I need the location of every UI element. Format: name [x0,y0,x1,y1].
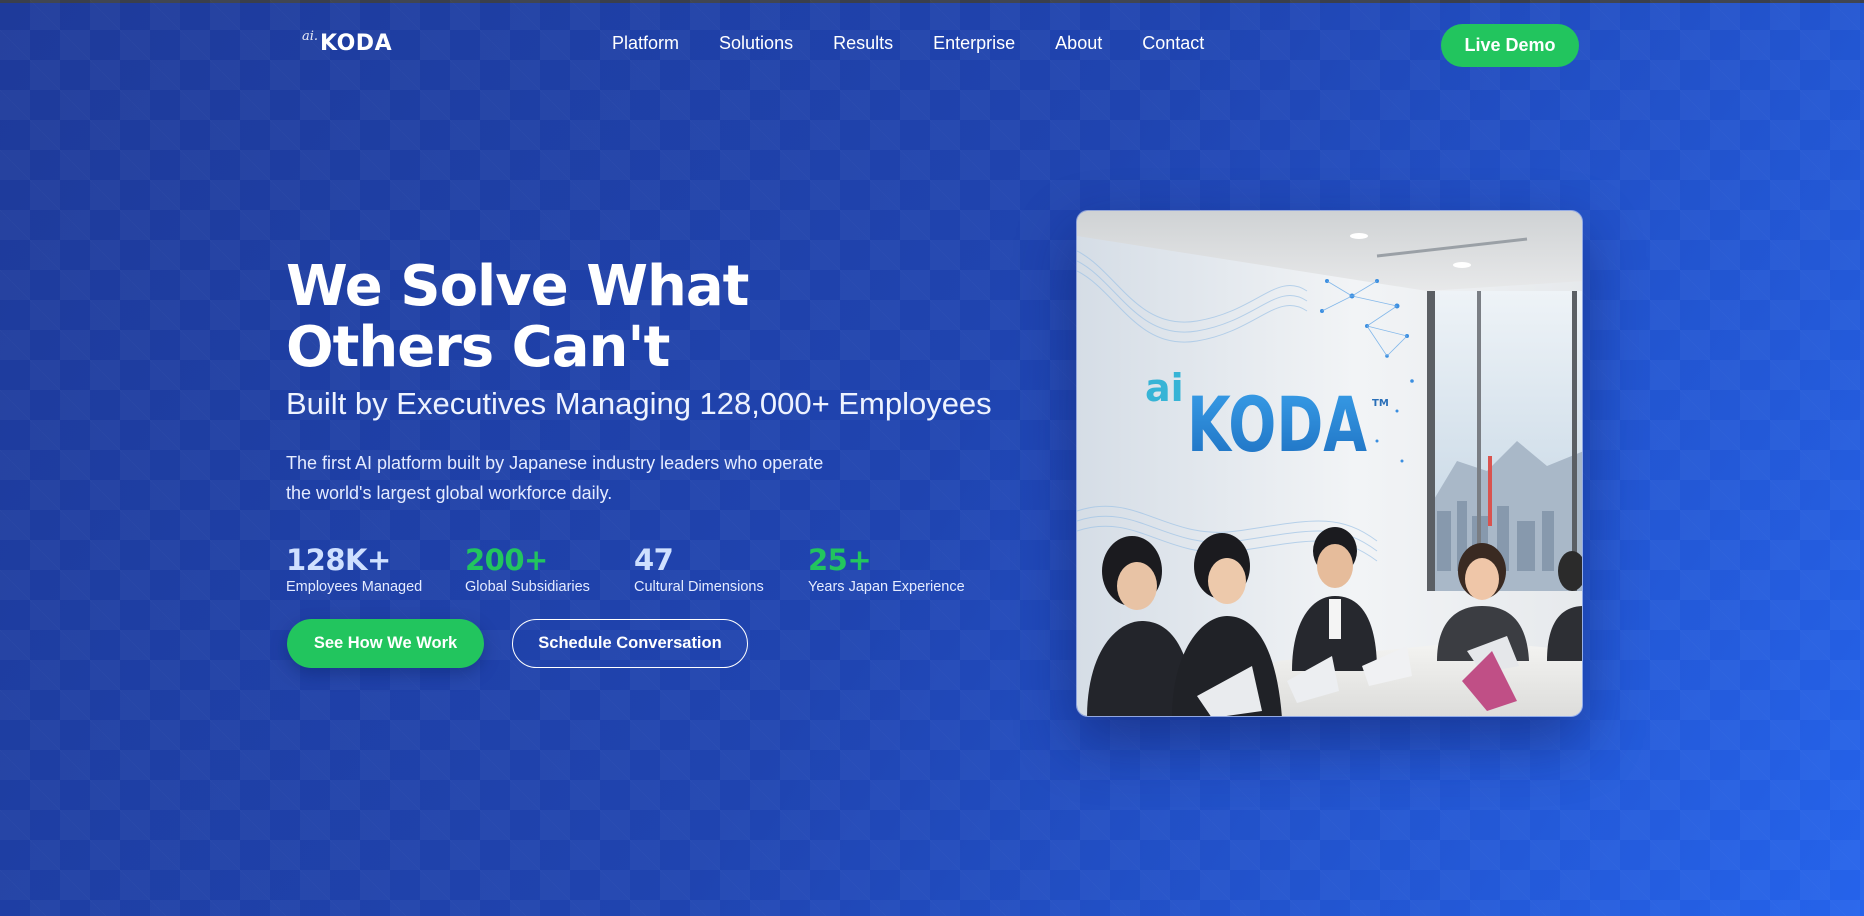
nav-link-about[interactable]: About [1055,33,1102,54]
photo-sign-mark: TM [1372,398,1389,409]
nav-links: Platform Solutions Results Enterprise Ab… [612,33,1244,54]
stat-employees: 128K+ Employees Managed [286,543,422,595]
hero-title-line-2: Others Can't [286,315,670,380]
stat-value: 200+ [465,543,548,577]
nav-link-platform[interactable]: Platform [612,33,679,54]
background-pattern [0,0,1864,916]
hero-title-line-1: We Solve What [286,254,749,319]
stat-cultural-dimensions: 47 Cultural Dimensions [634,543,764,595]
photo-sign-prefix: ai [1145,366,1184,410]
photo-sign-word: KODA [1187,380,1367,469]
top-navigation: ai. KODA Platform Solutions Results Ente… [0,3,1864,89]
nav-link-enterprise[interactable]: Enterprise [933,33,1015,54]
stat-label: Cultural Dimensions [634,579,764,595]
stat-label: Employees Managed [286,579,423,595]
stat-value: 47 [634,543,674,577]
hero-office-photo: ai KODA TM [1076,210,1583,717]
live-demo-button[interactable]: Live Demo [1441,24,1579,67]
nav-link-results[interactable]: Results [833,33,893,54]
logo-wordmark: KODA [320,31,393,56]
stat-value: 128K+ [286,543,391,577]
stat-value: 25+ [808,543,872,577]
hero-subtitle: Built by Executives Managing 128,000+ Em… [286,386,992,421]
stat-label: Years Japan Experience [808,579,965,595]
stat-subsidiaries: 200+ Global Subsidiaries [465,543,590,595]
see-how-we-work-button[interactable]: See How We Work [287,619,484,668]
nav-link-solutions[interactable]: Solutions [719,33,793,54]
site-logo[interactable]: ai. KODA [302,29,393,56]
hero-title: We Solve What Others Can't [286,256,906,378]
stat-label: Global Subsidiaries [465,579,590,595]
stat-japan-experience: 25+ Years Japan Experience [808,543,965,595]
logo-prefix: ai. [302,29,319,44]
hero-description: The first AI platform built by Japanese … [286,453,824,503]
office-meeting-illustration: ai KODA TM [1077,211,1582,716]
schedule-conversation-button[interactable]: Schedule Conversation [512,619,748,668]
nav-link-contact[interactable]: Contact [1142,33,1204,54]
